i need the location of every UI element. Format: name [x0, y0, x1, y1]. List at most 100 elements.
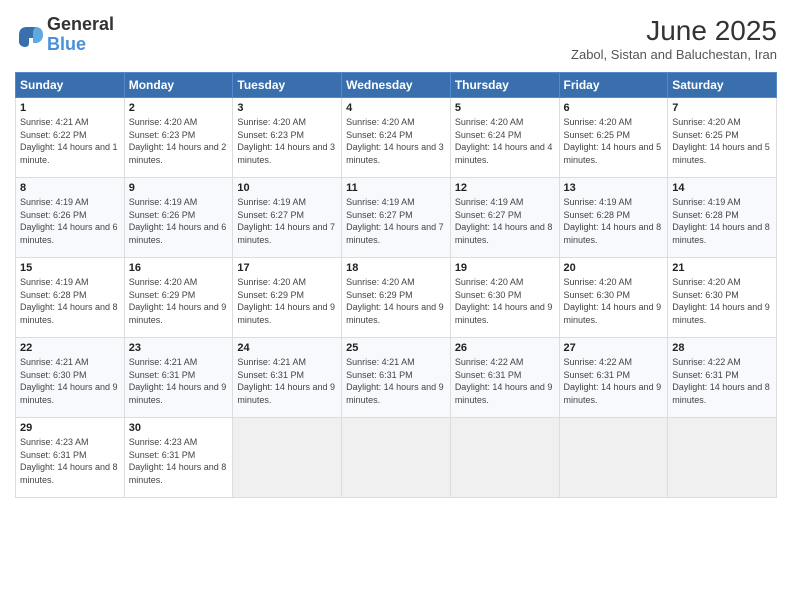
day-number: 25 — [346, 342, 446, 354]
logo-text: General Blue — [47, 15, 114, 55]
calendar-cell — [342, 418, 451, 498]
day-number: 14 — [672, 182, 772, 194]
day-number: 24 — [237, 342, 337, 354]
day-header-tuesday: Tuesday — [233, 73, 342, 98]
calendar-cell: 17 Sunrise: 4:20 AMSunset: 6:29 PMDayligh… — [233, 258, 342, 338]
calendar-cell: 13Sunrise: 4:19 AMSunset: 6:28 PMDayligh… — [559, 178, 668, 258]
day-number: 29 — [20, 422, 120, 434]
calendar-cell: 16 Sunrise: 4:20 AMSunset: 6:29 PMDayligh… — [124, 258, 233, 338]
calendar-cell: 29 Sunrise: 4:23 AMSunset: 6:31 PMDayligh… — [16, 418, 125, 498]
day-number: 9 — [129, 182, 229, 194]
day-number: 17 — [237, 262, 337, 274]
day-info: Sunrise: 4:20 AMSunset: 6:30 PMDaylight:… — [455, 276, 555, 326]
location: Zabol, Sistan and Baluchestan, Iran — [571, 47, 777, 62]
day-info: Sunrise: 4:23 AMSunset: 6:31 PMDaylight:… — [129, 436, 229, 486]
page: General Blue June 2025 Zabol, Sistan and… — [0, 0, 792, 612]
day-info: Sunrise: 4:19 AMSunset: 6:26 PMDaylight:… — [129, 196, 229, 246]
calendar-cell — [233, 418, 342, 498]
calendar-table: SundayMondayTuesdayWednesdayThursdayFrid… — [15, 72, 777, 498]
day-info: Sunrise: 4:19 AMSunset: 6:28 PMDaylight:… — [20, 276, 120, 326]
calendar-cell: 28Sunrise: 4:22 AMSunset: 6:31 PMDayligh… — [668, 338, 777, 418]
day-number: 4 — [346, 102, 446, 114]
calendar-cell: 27Sunrise: 4:22 AMSunset: 6:31 PMDayligh… — [559, 338, 668, 418]
calendar-cell — [559, 418, 668, 498]
calendar-cell: 5 Sunrise: 4:20 AMSunset: 6:24 PMDaylight… — [450, 98, 559, 178]
day-header-wednesday: Wednesday — [342, 73, 451, 98]
day-info: Sunrise: 4:22 AMSunset: 6:31 PMDaylight:… — [672, 356, 772, 406]
calendar-cell: 2 Sunrise: 4:20 AMSunset: 6:23 PMDaylight… — [124, 98, 233, 178]
day-info: Sunrise: 4:23 AMSunset: 6:31 PMDaylight:… — [20, 436, 120, 486]
day-info: Sunrise: 4:20 AMSunset: 6:25 PMDaylight:… — [672, 116, 772, 166]
calendar-cell: 18 Sunrise: 4:20 AMSunset: 6:29 PMDayligh… — [342, 258, 451, 338]
day-number: 15 — [20, 262, 120, 274]
calendar-cell: 4 Sunrise: 4:20 AMSunset: 6:24 PMDaylight… — [342, 98, 451, 178]
day-number: 6 — [564, 102, 664, 114]
logo-line2: Blue — [47, 34, 86, 54]
day-info: Sunrise: 4:22 AMSunset: 6:31 PMDaylight:… — [455, 356, 555, 406]
day-info: Sunrise: 4:20 AMSunset: 6:25 PMDaylight:… — [564, 116, 664, 166]
calendar-cell: 26Sunrise: 4:22 AMSunset: 6:31 PMDayligh… — [450, 338, 559, 418]
day-info: Sunrise: 4:20 AMSunset: 6:24 PMDaylight:… — [455, 116, 555, 166]
week-row-5: 29 Sunrise: 4:23 AMSunset: 6:31 PMDayligh… — [16, 418, 777, 498]
day-number: 11 — [346, 182, 446, 194]
day-number: 16 — [129, 262, 229, 274]
day-number: 12 — [455, 182, 555, 194]
calendar-cell: 15 Sunrise: 4:19 AMSunset: 6:28 PMDayligh… — [16, 258, 125, 338]
day-info: Sunrise: 4:19 AMSunset: 6:27 PMDaylight:… — [455, 196, 555, 246]
calendar-cell: 21Sunrise: 4:20 AMSunset: 6:30 PMDayligh… — [668, 258, 777, 338]
day-number: 1 — [20, 102, 120, 114]
calendar-cell: 10Sunrise: 4:19 AMSunset: 6:27 PMDayligh… — [233, 178, 342, 258]
calendar-cell: 25 Sunrise: 4:21 AMSunset: 6:31 PMDayligh… — [342, 338, 451, 418]
month-year: June 2025 — [571, 15, 777, 47]
day-number: 27 — [564, 342, 664, 354]
calendar-header-row: SundayMondayTuesdayWednesdayThursdayFrid… — [16, 73, 777, 98]
title-block: June 2025 Zabol, Sistan and Baluchestan,… — [571, 15, 777, 62]
day-header-friday: Friday — [559, 73, 668, 98]
calendar-cell: 11 Sunrise: 4:19 AMSunset: 6:27 PMDayligh… — [342, 178, 451, 258]
calendar-cell — [450, 418, 559, 498]
week-row-4: 22Sunrise: 4:21 AMSunset: 6:30 PMDayligh… — [16, 338, 777, 418]
day-number: 30 — [129, 422, 229, 434]
calendar-cell: 8Sunrise: 4:19 AMSunset: 6:26 PMDaylight… — [16, 178, 125, 258]
calendar-cell: 7 Sunrise: 4:20 AMSunset: 6:25 PMDaylight… — [668, 98, 777, 178]
week-row-2: 8Sunrise: 4:19 AMSunset: 6:26 PMDaylight… — [16, 178, 777, 258]
day-info: Sunrise: 4:20 AMSunset: 6:24 PMDaylight:… — [346, 116, 446, 166]
day-number: 23 — [129, 342, 229, 354]
day-info: Sunrise: 4:21 AMSunset: 6:30 PMDaylight:… — [20, 356, 120, 406]
day-info: Sunrise: 4:21 AMSunset: 6:31 PMDaylight:… — [237, 356, 337, 406]
day-number: 3 — [237, 102, 337, 114]
day-number: 5 — [455, 102, 555, 114]
day-info: Sunrise: 4:21 AMSunset: 6:31 PMDaylight:… — [129, 356, 229, 406]
logo-line1: General — [47, 15, 114, 35]
day-info: Sunrise: 4:20 AMSunset: 6:29 PMDaylight:… — [237, 276, 337, 326]
day-number: 18 — [346, 262, 446, 274]
header: General Blue June 2025 Zabol, Sistan and… — [15, 15, 777, 62]
calendar-cell: 19Sunrise: 4:20 AMSunset: 6:30 PMDayligh… — [450, 258, 559, 338]
day-header-saturday: Saturday — [668, 73, 777, 98]
day-info: Sunrise: 4:21 AMSunset: 6:31 PMDaylight:… — [346, 356, 446, 406]
day-info: Sunrise: 4:19 AMSunset: 6:27 PMDaylight:… — [346, 196, 446, 246]
week-row-3: 15 Sunrise: 4:19 AMSunset: 6:28 PMDayligh… — [16, 258, 777, 338]
day-info: Sunrise: 4:19 AMSunset: 6:28 PMDaylight:… — [672, 196, 772, 246]
day-number: 13 — [564, 182, 664, 194]
week-row-1: 1Sunrise: 4:21 AMSunset: 6:22 PMDaylight… — [16, 98, 777, 178]
day-number: 21 — [672, 262, 772, 274]
day-info: Sunrise: 4:20 AMSunset: 6:23 PMDaylight:… — [237, 116, 337, 166]
calendar-cell: 22Sunrise: 4:21 AMSunset: 6:30 PMDayligh… — [16, 338, 125, 418]
calendar-cell: 24 Sunrise: 4:21 AMSunset: 6:31 PMDayligh… — [233, 338, 342, 418]
day-number: 7 — [672, 102, 772, 114]
day-info: Sunrise: 4:20 AMSunset: 6:29 PMDaylight:… — [129, 276, 229, 326]
calendar-cell: 1Sunrise: 4:21 AMSunset: 6:22 PMDaylight… — [16, 98, 125, 178]
day-info: Sunrise: 4:20 AMSunset: 6:29 PMDaylight:… — [346, 276, 446, 326]
day-header-thursday: Thursday — [450, 73, 559, 98]
calendar-cell: 3 Sunrise: 4:20 AMSunset: 6:23 PMDaylight… — [233, 98, 342, 178]
day-info: Sunrise: 4:19 AMSunset: 6:26 PMDaylight:… — [20, 196, 120, 246]
calendar-cell — [668, 418, 777, 498]
day-info: Sunrise: 4:20 AMSunset: 6:23 PMDaylight:… — [129, 116, 229, 166]
day-number: 2 — [129, 102, 229, 114]
calendar-cell: 20Sunrise: 4:20 AMSunset: 6:30 PMDayligh… — [559, 258, 668, 338]
day-number: 10 — [237, 182, 337, 194]
calendar-cell: 9 Sunrise: 4:19 AMSunset: 6:26 PMDaylight… — [124, 178, 233, 258]
logo-icon — [15, 21, 43, 49]
day-header-monday: Monday — [124, 73, 233, 98]
